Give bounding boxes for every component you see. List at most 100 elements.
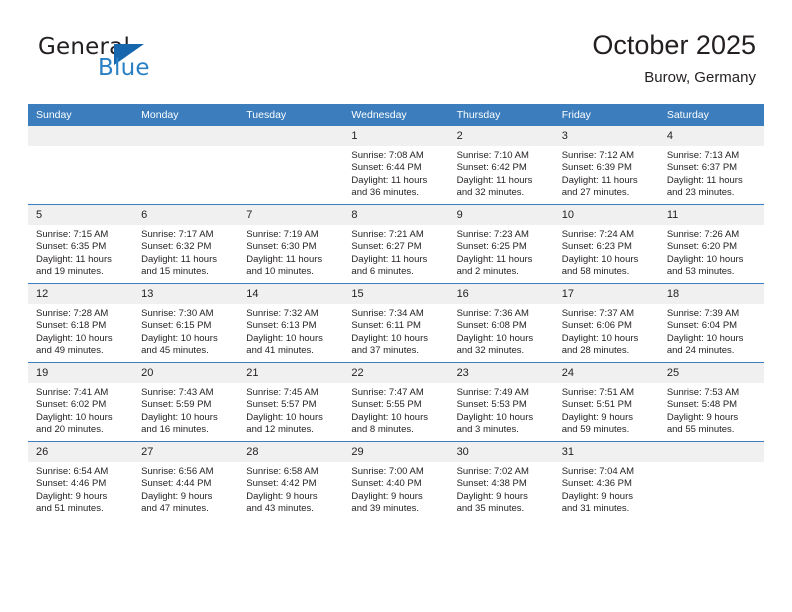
sunrise-time: Sunrise: 7:39 AM: [666, 308, 740, 319]
weekday-header-saturday: Saturday: [658, 104, 764, 126]
sunset-time: Sunset: 5:53 PM: [456, 399, 527, 411]
calendar-day-cell[interactable]: 16 Sunrise: 7:36 AM Sunset: 6:08 PM Dayligh…: [448, 283, 554, 363]
calendar-day-cell[interactable]: 12 Sunrise: 7:28 AM Sunset: 6:18 PM Dayligh…: [28, 283, 134, 363]
sunset-time: Sunset: 6:35 PM: [36, 241, 107, 253]
calendar-day-cell[interactable]: 27 Sunrise: 6:56 AM Sunset: 4:44 PM Dayligh…: [133, 441, 239, 520]
calendar-day-cell[interactable]: 24 Sunrise: 7:51 AM Sunset: 5:51 PM Dayligh…: [553, 362, 659, 442]
sunset-time: Sunset: 4:42 PM: [246, 478, 317, 490]
calendar-day-number: 20: [133, 363, 239, 383]
daylight-duration-line1: Daylight: 9 hours: [351, 490, 423, 502]
calendar-week-row: 1 Sunrise: 7:08 AM Sunset: 6:44 PM Daylight…: [28, 126, 764, 205]
sunset-time: Sunset: 6:02 PM: [36, 399, 107, 411]
sunset-time: Sunset: 5:48 PM: [666, 399, 738, 411]
sunrise-time: Sunrise: 7:12 AM: [561, 150, 635, 161]
calendar-day-cell[interactable]: 17 Sunrise: 7:37 AM Sunset: 6:06 PM Dayligh…: [553, 283, 659, 363]
calendar-day-number: 19: [28, 363, 134, 383]
calendar-day-cell[interactable]: 11 Sunrise: 7:26 AM Sunset: 6:20 PM Dayligh…: [658, 204, 764, 284]
sunset-time: Sunset: 6:04 PM: [666, 320, 738, 332]
calendar-day-details: Sunrise: 7:37 AM Sunset: 6:06 PM Daylight:…: [554, 304, 659, 358]
calendar-day-details: Sunrise: 7:30 AM Sunset: 6:15 PM Daylight:…: [133, 304, 238, 358]
daylight-duration-line2: and 8 minutes.: [351, 424, 414, 436]
calendar-day-cell[interactable]: 23 Sunrise: 7:49 AM Sunset: 5:53 PM Dayligh…: [448, 362, 554, 442]
sunrise-time: Sunrise: 7:21 AM: [351, 229, 424, 240]
calendar-day-cell[interactable]: 6 Sunrise: 7:17 AM Sunset: 6:32 PM Daylight…: [133, 204, 239, 284]
calendar-day-cell[interactable]: 15 Sunrise: 7:34 AM Sunset: 6:11 PM Dayligh…: [343, 283, 449, 363]
calendar-day-cell[interactable]: 30 Sunrise: 7:02 AM Sunset: 4:38 PM Dayligh…: [448, 441, 554, 520]
daylight-duration-line2: and 31 minutes.: [561, 503, 630, 515]
calendar-day-cell[interactable]: 21 Sunrise: 7:45 AM Sunset: 5:57 PM Dayligh…: [238, 362, 344, 442]
calendar-day-cell-empty: [238, 126, 344, 205]
calendar-day-number: 30: [448, 442, 554, 462]
calendar-day-number: 13: [133, 284, 239, 304]
daylight-duration-line1: Daylight: 10 hours: [36, 411, 113, 423]
calendar-day-cell[interactable]: 20 Sunrise: 7:43 AM Sunset: 5:59 PM Dayligh…: [133, 362, 239, 442]
calendar-day-cell[interactable]: 13 Sunrise: 7:30 AM Sunset: 6:15 PM Dayligh…: [133, 283, 239, 363]
daylight-duration-line2: and 51 minutes.: [36, 503, 104, 515]
calendar-day-cell[interactable]: 28 Sunrise: 6:58 AM Sunset: 4:42 PM Dayligh…: [238, 441, 344, 520]
calendar-day-cell-empty: [28, 126, 134, 205]
calendar-day-number: 17: [553, 284, 659, 304]
calendar-day-cell[interactable]: 19 Sunrise: 7:41 AM Sunset: 6:02 PM Dayligh…: [28, 362, 134, 442]
calendar-day-number: 9: [448, 205, 554, 225]
calendar-day-cell[interactable]: 5 Sunrise: 7:15 AM Sunset: 6:35 PM Daylight…: [28, 204, 134, 284]
sunset-time: Sunset: 5:51 PM: [561, 399, 632, 411]
daylight-duration-line1: Daylight: 11 hours: [456, 174, 533, 186]
calendar-day-details: Sunrise: 6:58 AM Sunset: 4:42 PM Daylight:…: [238, 462, 343, 516]
calendar-day-cell-empty: [658, 441, 764, 520]
calendar-day-cell[interactable]: 31 Sunrise: 7:04 AM Sunset: 4:36 PM Dayligh…: [553, 441, 659, 520]
calendar-day-cell[interactable]: 9 Sunrise: 7:23 AM Sunset: 6:25 PM Daylight…: [448, 204, 554, 284]
calendar-day-cell[interactable]: 2 Sunrise: 7:10 AM Sunset: 6:42 PM Daylight…: [448, 126, 554, 205]
sunrise-time: Sunrise: 6:58 AM: [246, 466, 319, 477]
calendar-day-number: 15: [343, 284, 449, 304]
sunrise-time: Sunrise: 7:08 AM: [351, 150, 424, 161]
calendar-day-cell[interactable]: 7 Sunrise: 7:19 AM Sunset: 6:30 PM Daylight…: [238, 204, 344, 284]
calendar-day-cell-empty: [133, 126, 239, 205]
daylight-duration-line2: and 39 minutes.: [351, 503, 420, 515]
calendar-day-details: Sunrise: 7:21 AM Sunset: 6:27 PM Daylight:…: [343, 225, 448, 279]
daylight-duration-line2: and 32 minutes.: [456, 187, 525, 199]
sunrise-time: Sunrise: 7:36 AM: [456, 308, 529, 319]
daylight-duration-line2: and 36 minutes.: [351, 187, 420, 199]
calendar-day-number: 11: [658, 205, 764, 225]
sunrise-sunset-calendar-table: Sunday Monday Tuesday Wednesday Thursday…: [28, 104, 764, 520]
calendar-day-cell[interactable]: 10 Sunrise: 7:24 AM Sunset: 6:23 PM Dayligh…: [553, 204, 659, 284]
daylight-duration-line2: and 3 minutes.: [456, 424, 519, 436]
sunset-time: Sunset: 4:38 PM: [456, 478, 527, 490]
daylight-duration-line1: Daylight: 9 hours: [561, 411, 633, 423]
calendar-day-cell[interactable]: 29 Sunrise: 7:00 AM Sunset: 4:40 PM Dayligh…: [343, 441, 449, 520]
daylight-duration-line2: and 41 minutes.: [246, 345, 314, 357]
sunset-time: Sunset: 6:15 PM: [141, 320, 212, 332]
calendar-day-number: 4: [658, 126, 764, 146]
calendar-day-cell[interactable]: 8 Sunrise: 7:21 AM Sunset: 6:27 PM Daylight…: [343, 204, 449, 284]
daylight-duration-line1: Daylight: 11 hours: [456, 253, 533, 265]
sunrise-time: Sunrise: 6:56 AM: [141, 466, 214, 477]
calendar-day-cell[interactable]: 25 Sunrise: 7:53 AM Sunset: 5:48 PM Dayligh…: [658, 362, 764, 442]
sunrise-time: Sunrise: 7:19 AM: [246, 229, 319, 240]
daylight-duration-line2: and 59 minutes.: [561, 424, 630, 436]
calendar-day-cell[interactable]: 18 Sunrise: 7:39 AM Sunset: 6:04 PM Dayligh…: [658, 283, 764, 363]
general-blue-logo[interactable]: General Blue: [38, 34, 178, 90]
sunset-time: Sunset: 6:08 PM: [456, 320, 527, 332]
daylight-duration-line2: and 12 minutes.: [246, 424, 314, 436]
calendar-day-cell[interactable]: 22 Sunrise: 7:47 AM Sunset: 5:55 PM Dayligh…: [343, 362, 449, 442]
sunset-time: Sunset: 6:18 PM: [36, 320, 107, 332]
calendar-day-cell[interactable]: 4 Sunrise: 7:13 AM Sunset: 6:37 PM Daylight…: [658, 126, 764, 205]
calendar-day-cell[interactable]: 26 Sunrise: 6:54 AM Sunset: 4:46 PM Dayligh…: [28, 441, 134, 520]
calendar-day-cell[interactable]: 1 Sunrise: 7:08 AM Sunset: 6:44 PM Daylight…: [343, 126, 449, 205]
sunset-time: Sunset: 6:27 PM: [351, 241, 422, 253]
sunset-time: Sunset: 6:20 PM: [666, 241, 738, 253]
sunset-time: Sunset: 5:59 PM: [141, 399, 212, 411]
calendar-day-cell[interactable]: 14 Sunrise: 7:32 AM Sunset: 6:13 PM Dayligh…: [238, 283, 344, 363]
calendar-day-number: 25: [658, 363, 764, 383]
daylight-duration-line1: Daylight: 9 hours: [246, 490, 318, 502]
sunset-time: Sunset: 4:36 PM: [561, 478, 632, 490]
daylight-duration-line2: and 20 minutes.: [36, 424, 104, 436]
sunrise-time: Sunrise: 7:10 AM: [456, 150, 529, 161]
page-title: October 2025: [592, 30, 756, 60]
calendar-day-details: Sunrise: 7:45 AM Sunset: 5:57 PM Daylight:…: [238, 383, 343, 437]
sunrise-time: Sunrise: 7:24 AM: [561, 229, 635, 240]
calendar-day-cell[interactable]: 3 Sunrise: 7:12 AM Sunset: 6:39 PM Daylight…: [553, 126, 659, 205]
sunset-time: Sunset: 6:23 PM: [561, 241, 632, 253]
daylight-duration-line1: Daylight: 10 hours: [561, 253, 639, 265]
calendar-day-number: 18: [658, 284, 764, 304]
